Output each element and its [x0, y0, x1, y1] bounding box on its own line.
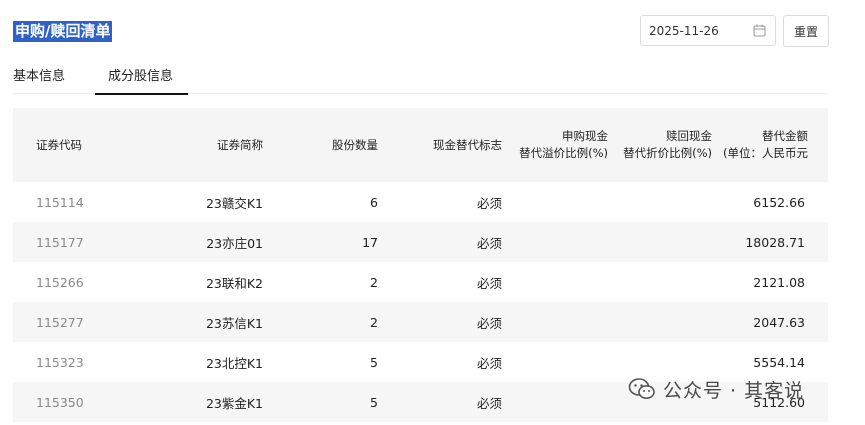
tab-basic-info[interactable]: 基本信息 — [13, 65, 65, 93]
col-header-name[interactable]: 证券简称 — [133, 108, 278, 182]
watermark-text: 公众号 · 其客说 — [663, 379, 805, 402]
cell-code: 115277 — [13, 302, 133, 342]
cell-code: 115114 — [36, 194, 84, 210]
watermark: 公众号 · 其客说 — [628, 376, 804, 402]
table-header-row: 证券代码 证券简称 股份数量 现金替代标志 申购现金 替代溢价比例(%) 赎回现… — [13, 108, 828, 182]
table-row: 115277 23苏信K1 2 必须 2047.63 — [13, 302, 828, 342]
cell-premium — [515, 382, 619, 422]
cell-premium — [515, 262, 619, 302]
cell-cash-flag: 必须 — [476, 195, 502, 211]
cell-code: 115323 — [36, 354, 84, 370]
cell-qty: 2 — [370, 274, 378, 290]
col-header-premium-line1: 申购现金 — [562, 129, 608, 143]
tab-constituent-info[interactable]: 成分股信息 — [95, 65, 189, 95]
cell-qty: 5 — [278, 382, 391, 422]
cell-name: 23赣交K1 — [205, 195, 263, 211]
cell-discount — [619, 182, 723, 222]
cell-name: 23联和K2 — [205, 275, 263, 291]
col-header-amount-line2: (单位：人民币元 — [723, 146, 808, 160]
cell-qty: 2 — [278, 302, 391, 342]
wechat-icon — [628, 377, 656, 401]
cell-amount: 2121.08 — [753, 274, 805, 290]
cell-discount — [619, 222, 723, 262]
col-header-amount[interactable]: 替代金额 (单位：人民币元 — [723, 108, 828, 182]
tab-bar: 基本信息 成分股信息 — [13, 60, 828, 95]
date-input[interactable] — [649, 23, 739, 38]
col-header-premium-line2: 替代溢价比例(%) — [519, 146, 608, 160]
cell-name: 23北控K1 — [205, 355, 263, 371]
cell-discount — [619, 302, 723, 342]
col-header-premium[interactable]: 申购现金 替代溢价比例(%) — [515, 108, 619, 182]
col-header-amount-line1: 替代金额 — [762, 129, 808, 143]
col-header-qty[interactable]: 股份数量 — [278, 108, 391, 182]
cell-code: 115350 — [13, 382, 133, 422]
cell-qty: 5 — [370, 354, 378, 370]
cell-cash-flag: 必须 — [391, 222, 515, 262]
date-picker[interactable] — [640, 15, 776, 46]
cell-name: 23苏信K1 — [133, 302, 278, 342]
cell-amount: 6152.66 — [753, 194, 805, 210]
cell-premium — [515, 342, 619, 382]
cell-code: 115266 — [36, 274, 84, 290]
cell-cash-flag: 必须 — [391, 302, 515, 342]
page-title: 申购/赎回清单 — [13, 21, 113, 42]
cell-qty: 6 — [370, 194, 378, 210]
tab-constituent-info-label: 成分股信息 — [108, 69, 174, 84]
col-header-discount-line2: 替代折价比例(%) — [623, 146, 712, 160]
cell-amount: 2047.63 — [723, 302, 828, 342]
cell-name: 23紫金K1 — [133, 382, 278, 422]
col-header-discount[interactable]: 赎回现金 替代折价比例(%) — [619, 108, 723, 182]
reset-button[interactable]: 重置 — [783, 15, 829, 47]
cell-cash-flag: 必须 — [476, 355, 502, 371]
cell-qty: 17 — [278, 222, 391, 262]
col-header-cash-flag[interactable]: 现金替代标志 — [391, 108, 515, 182]
cell-discount — [619, 262, 723, 302]
cell-cash-flag: 必须 — [391, 382, 515, 422]
calendar-icon[interactable] — [753, 24, 766, 37]
table-row: 115266 23联和K2 2 必须 2121.08 — [13, 262, 828, 302]
cell-amount: 18028.71 — [723, 222, 828, 262]
table-row: 115114 23赣交K1 6 必须 6152.66 — [13, 182, 828, 222]
cell-code: 115177 — [13, 222, 133, 262]
cell-cash-flag: 必须 — [476, 275, 502, 291]
cell-premium — [515, 222, 619, 262]
cell-name: 23亦庄01 — [133, 222, 278, 262]
col-header-code[interactable]: 证券代码 — [13, 108, 133, 182]
cell-premium — [515, 182, 619, 222]
col-header-discount-line1: 赎回现金 — [666, 129, 712, 143]
cell-premium — [515, 302, 619, 342]
table-row: 115177 23亦庄01 17 必须 18028.71 — [13, 222, 828, 262]
